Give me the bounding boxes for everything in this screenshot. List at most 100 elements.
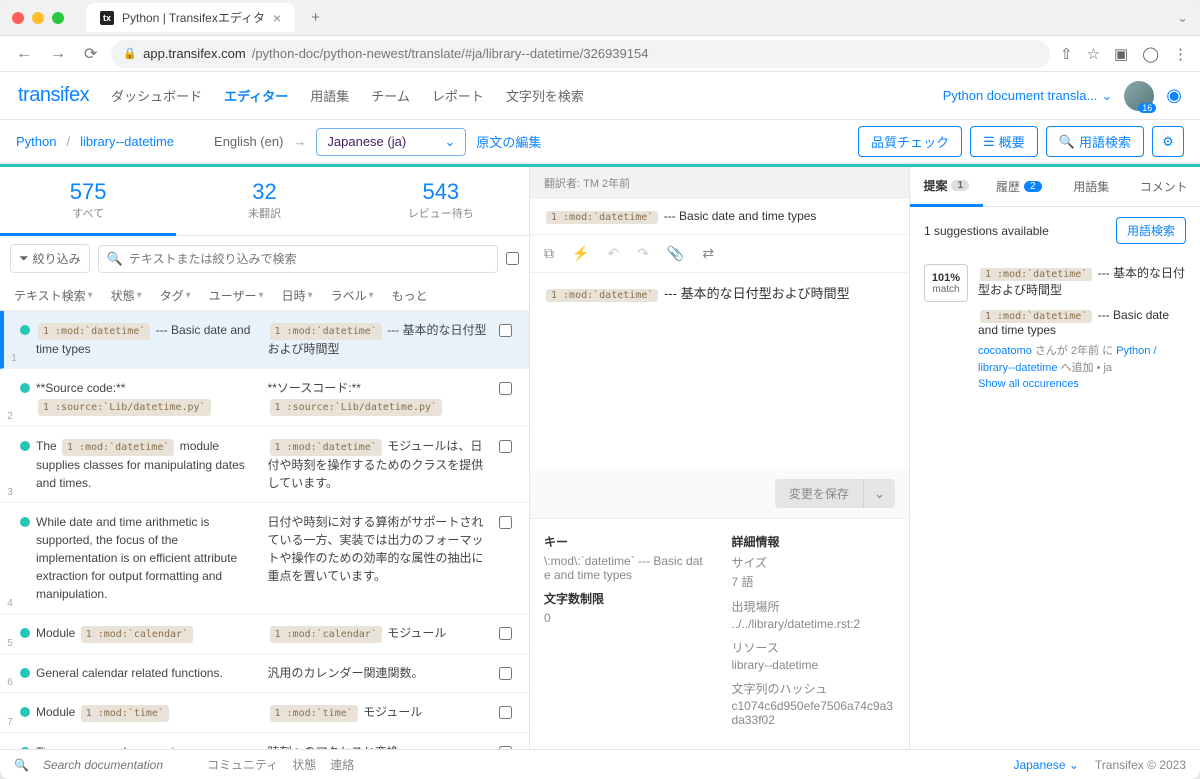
col-date[interactable]: 日時▾	[282, 287, 313, 304]
tab-comments[interactable]: コメント	[1128, 167, 1200, 206]
copy-icon[interactable]: ⧉	[544, 245, 554, 262]
crumb-resource[interactable]: library--datetime	[80, 134, 174, 149]
save-button[interactable]: 変更を保存	[775, 479, 863, 508]
star-icon[interactable]: ☆	[1087, 45, 1100, 63]
tab-history[interactable]: 履歴2	[983, 167, 1056, 206]
title-bar: tx Python | Transifexエディタ × + ⌄	[0, 0, 1200, 36]
stat-all[interactable]: 575 すべて	[0, 167, 176, 236]
row-checkbox[interactable]	[499, 382, 512, 395]
menu-icon[interactable]: ⋮	[1173, 45, 1188, 63]
key-label: キー	[544, 533, 708, 550]
string-row[interactable]: 3 The 1 :mod:`datetime` module supplies …	[0, 427, 529, 503]
save-dropdown[interactable]: ⌄	[863, 479, 895, 508]
row-checkbox[interactable]	[499, 324, 512, 337]
row-checkbox[interactable]	[499, 667, 512, 680]
settings-icon[interactable]: ⇄	[702, 245, 714, 262]
status-dot	[20, 383, 30, 393]
project-selector[interactable]: Python document transla... ⌄	[943, 88, 1113, 104]
string-row[interactable]: 6 General calendar related functions. 汎用…	[0, 654, 529, 693]
col-user[interactable]: ユーザー▾	[209, 287, 264, 304]
filter-button[interactable]: ⏷ 絞り込み	[10, 244, 90, 273]
redo-icon[interactable]: ↷	[637, 245, 649, 262]
string-search[interactable]: 🔍	[98, 245, 498, 273]
tab-glossary[interactable]: 用語集	[1055, 167, 1128, 206]
details-label: 詳細情報	[732, 533, 896, 550]
glossary-search-button[interactable]: 🔍 用語検索	[1046, 126, 1144, 157]
chevron-down-icon: ⌄	[445, 134, 456, 150]
footer-copyright: Transifex © 2023	[1095, 758, 1186, 772]
nav-report[interactable]: レポート	[432, 86, 484, 105]
brand-logo[interactable]: transifex	[18, 84, 89, 107]
source-text: **Source code:** 1 :source:`Lib/datetime…	[36, 379, 262, 416]
quality-check-button[interactable]: 品質チェック	[858, 126, 962, 157]
profile-icon[interactable]: ◯	[1142, 45, 1159, 63]
col-more[interactable]: もっと	[392, 287, 428, 304]
url-field[interactable]: 🔒 app.transifex.com/python-doc/python-ne…	[111, 40, 1050, 68]
string-row[interactable]: 1 1 :mod:`datetime` --- Basic date and t…	[0, 311, 529, 369]
select-all-checkbox[interactable]	[506, 252, 519, 265]
edit-source-link[interactable]: 原文の編集	[476, 132, 541, 151]
tab-close-icon[interactable]: ×	[273, 10, 281, 26]
row-checkbox[interactable]	[499, 516, 512, 529]
suggestion-card[interactable]: 101% match 1 :mod:`datetime` --- 基本的な日付型…	[910, 254, 1200, 403]
window-minimize-icon[interactable]	[32, 12, 44, 24]
col-status[interactable]: 状態▾	[111, 287, 142, 304]
col-tag[interactable]: タグ▾	[160, 287, 191, 304]
crumb-project[interactable]: Python	[16, 134, 56, 149]
col-label[interactable]: ラベル▾	[331, 287, 374, 304]
key-value: \:mod\:`datetime` --- Basic date and tim…	[544, 554, 708, 582]
string-row[interactable]: 2 **Source code:** 1 :source:`Lib/dateti…	[0, 369, 529, 427]
nav-glossary[interactable]: 用語集	[310, 86, 349, 105]
source-lang[interactable]: English (en)	[214, 134, 283, 149]
reload-icon[interactable]: ⟳	[80, 40, 101, 68]
row-checkbox[interactable]	[499, 440, 512, 453]
chevron-down-icon: ⌄	[1101, 88, 1112, 104]
glossary-search-button[interactable]: 用語検索	[1116, 217, 1186, 244]
status-dot	[20, 325, 30, 335]
source-text: Module 1 :mod:`calendar`	[36, 624, 262, 643]
footer-contact[interactable]: 連絡	[330, 756, 354, 773]
browser-tab[interactable]: tx Python | Transifexエディタ ×	[86, 3, 295, 32]
footer-community[interactable]: コミュニティ	[207, 756, 278, 773]
doc-search-input[interactable]	[43, 758, 193, 772]
string-row[interactable]: 7 Module 1 :mod:`time` 1 :mod:`time` モジュ…	[0, 693, 529, 733]
string-row[interactable]: 8 Time access and conversions. 時刻へのアクセスと…	[0, 733, 529, 749]
target-text: 汎用のカレンダー関連関数。	[268, 664, 494, 682]
translation-input[interactable]: 1 :mod:`datetime` --- 基本的な日付型および時間型	[530, 273, 909, 469]
nav-editor[interactable]: エディター	[224, 86, 288, 105]
row-checkbox[interactable]	[499, 706, 512, 719]
stat-untranslated[interactable]: 32 未翻訳	[176, 167, 352, 235]
chevron-down-icon[interactable]: ⌄	[1177, 10, 1188, 26]
string-row[interactable]: 4 While date and time arithmetic is supp…	[0, 503, 529, 614]
extensions-icon[interactable]: ▣	[1114, 45, 1128, 63]
overview-button[interactable]: ☰ 概要	[970, 126, 1038, 157]
window-close-icon[interactable]	[12, 12, 24, 24]
show-all-link[interactable]: Show all occurences	[978, 378, 1079, 390]
forward-icon[interactable]: →	[46, 41, 70, 67]
share-icon[interactable]: ⇧	[1060, 45, 1073, 63]
undo-icon[interactable]: ↶	[607, 245, 619, 262]
new-tab-icon[interactable]: +	[311, 9, 320, 26]
stat-review[interactable]: 543 レビュー待ち	[353, 167, 529, 235]
col-text[interactable]: テキスト検索▾	[14, 287, 93, 304]
settings-icon[interactable]: ⚙	[1152, 126, 1184, 157]
nav-search-strings[interactable]: 文字列を検索	[506, 86, 584, 105]
back-icon[interactable]: ←	[12, 41, 36, 67]
nav-team[interactable]: チーム	[371, 86, 410, 105]
row-checkbox[interactable]	[499, 746, 512, 749]
avatar[interactable]: 16	[1124, 81, 1154, 111]
compass-icon[interactable]: ◉	[1166, 85, 1182, 106]
status-dot	[20, 668, 30, 678]
machine-translate-icon[interactable]: ⚡	[572, 245, 589, 262]
target-lang-select[interactable]: Japanese (ja) ⌄	[316, 128, 466, 156]
footer-status[interactable]: 状態	[292, 756, 316, 773]
string-row[interactable]: 5 Module 1 :mod:`calendar` 1 :mod:`calen…	[0, 614, 529, 654]
nav-dashboard[interactable]: ダッシュボード	[111, 86, 202, 105]
charlimit-value: 0	[544, 611, 708, 625]
row-checkbox[interactable]	[499, 627, 512, 640]
attach-icon[interactable]: 📎	[667, 245, 684, 262]
tab-suggestions[interactable]: 提案1	[910, 167, 983, 207]
footer-lang-select[interactable]: Japanese ⌄	[1013, 758, 1078, 772]
window-maximize-icon[interactable]	[52, 12, 64, 24]
search-input[interactable]	[129, 252, 489, 266]
